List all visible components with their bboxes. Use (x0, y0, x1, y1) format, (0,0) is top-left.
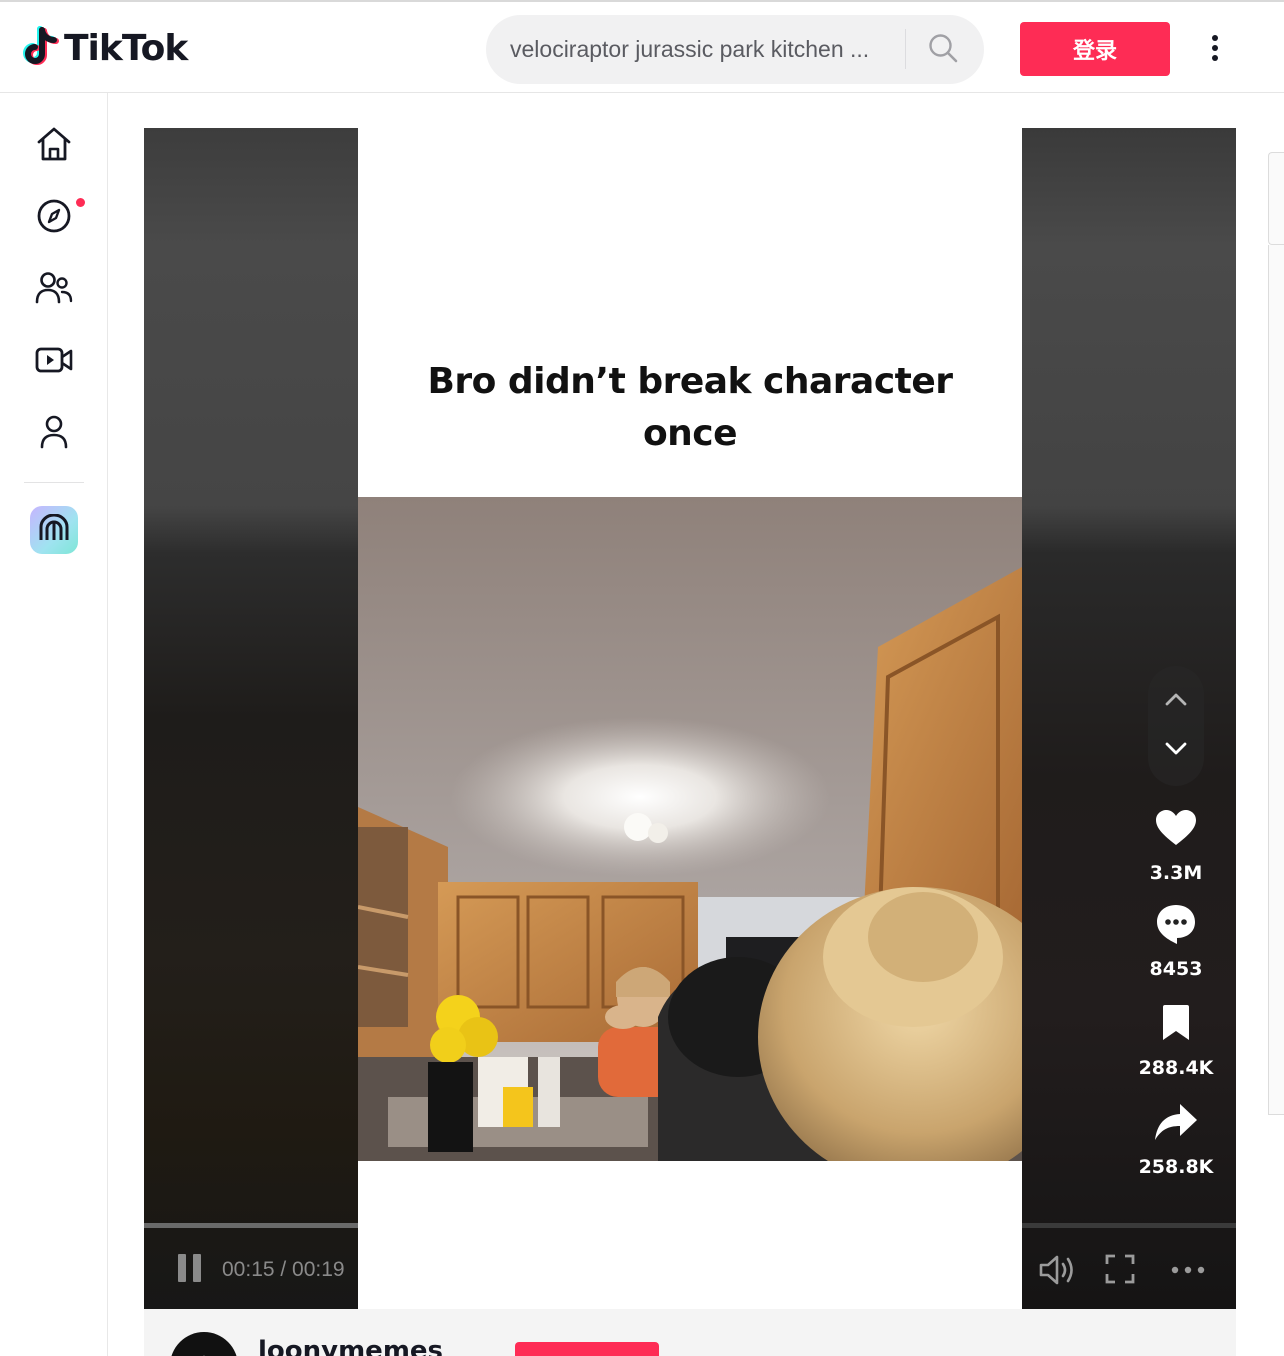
video-frame[interactable]: Bro didn’t break character once (358, 128, 1022, 1309)
video-nav-pill (1148, 666, 1204, 786)
sidebar-item-following[interactable] (24, 260, 84, 320)
chevron-down-icon (1164, 742, 1188, 761)
progress-bar-remaining[interactable] (1022, 1223, 1236, 1228)
login-button[interactable]: 登录 (1020, 22, 1170, 76)
logo-wordmark: TikTok (64, 27, 188, 69)
compass-icon (36, 198, 72, 239)
tiktok-live-arch-icon (39, 513, 69, 547)
volume-button[interactable] (1037, 1253, 1077, 1287)
search-bar (486, 15, 984, 84)
home-icon (35, 126, 73, 167)
avatar[interactable] (170, 1332, 238, 1356)
comment-button[interactable]: 8453 (1124, 900, 1228, 980)
video-time: 00:15 / 00:19 (222, 1258, 345, 1281)
pause-button[interactable] (176, 1251, 210, 1289)
share-arrow-icon (1152, 1098, 1200, 1146)
fullscreen-button[interactable] (1104, 1253, 1140, 1287)
vertical-dots-icon (1211, 34, 1219, 67)
chevron-up-icon (1164, 692, 1188, 711)
sidebar-live-badge[interactable] (30, 506, 78, 554)
speaker-icon (1037, 1255, 1077, 1291)
save-button[interactable]: 288.4K (1124, 999, 1228, 1079)
heart-icon (1152, 804, 1200, 852)
search-icon (928, 33, 958, 68)
previous-video-button[interactable] (1148, 676, 1204, 726)
live-video-icon (35, 345, 73, 380)
player-more-button[interactable] (1169, 1258, 1209, 1282)
video-caption-overlay: Bro didn’t break character once (358, 356, 1022, 460)
tiktok-note-icon (22, 26, 60, 70)
caption-line-1: Bro didn’t break character (427, 361, 953, 402)
next-video-button[interactable] (1148, 726, 1204, 776)
scrollbar-up-area[interactable] (1268, 152, 1284, 245)
sidebar-item-live[interactable] (24, 332, 84, 392)
fullscreen-icon (1104, 1254, 1136, 1289)
comment-count: 8453 (1149, 958, 1203, 980)
video-player[interactable]: Bro didn’t break character once 00:15 / … (144, 128, 1236, 1309)
sidebar-divider (24, 482, 84, 483)
more-menu-button[interactable] (1198, 30, 1232, 70)
author-username[interactable]: loonymemes (258, 1336, 443, 1356)
sidebar-item-profile[interactable] (24, 404, 84, 464)
search-input[interactable] (510, 33, 890, 65)
search-button[interactable] (920, 27, 966, 73)
person-icon (39, 415, 69, 454)
progress-bar-played[interactable] (144, 1223, 358, 1228)
tiktok-logo[interactable]: TikTok (22, 24, 188, 72)
blurred-backdrop-left (144, 128, 358, 1309)
like-count: 3.3M (1149, 862, 1203, 884)
horizontal-dots-icon (1169, 1266, 1209, 1286)
author-info-bar: loonymemes (144, 1309, 1236, 1356)
sidebar-item-explore[interactable] (24, 188, 85, 248)
sidebar-item-home[interactable] (24, 116, 84, 176)
like-button[interactable]: 3.3M (1124, 804, 1228, 884)
left-sidebar (0, 93, 108, 1356)
save-count: 288.4K (1138, 1057, 1214, 1079)
comment-bubble-icon (1152, 900, 1200, 948)
share-count: 258.8K (1138, 1156, 1214, 1178)
scrollbar-track[interactable] (1268, 245, 1284, 1115)
pause-icon (176, 1253, 204, 1288)
bookmark-icon (1152, 999, 1200, 1047)
follow-button[interactable] (515, 1342, 659, 1356)
caption-line-2: once (642, 413, 738, 454)
notification-dot (76, 198, 85, 207)
share-button[interactable]: 258.8K (1124, 1098, 1228, 1178)
search-divider (905, 29, 906, 69)
people-icon (35, 271, 73, 310)
top-header: TikTok 登录 (0, 0, 1284, 93)
video-kitchen-scene (358, 497, 1022, 1187)
